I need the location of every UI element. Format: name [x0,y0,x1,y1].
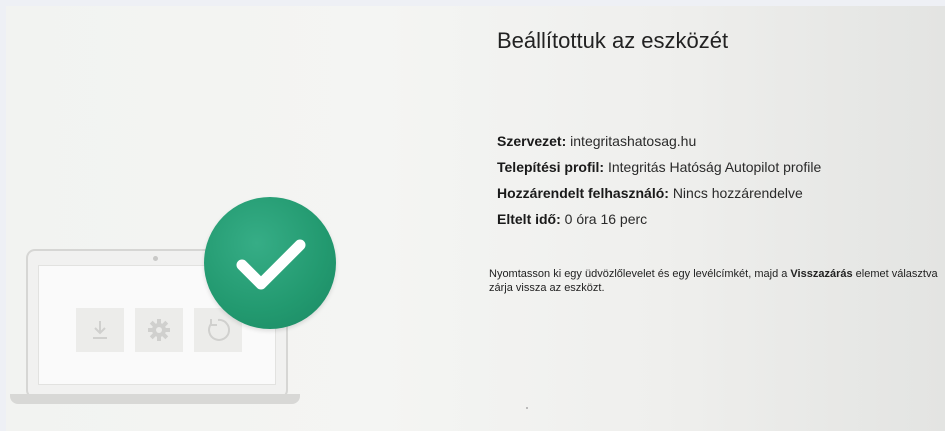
elapsed-time-label: Eltelt idő: [497,211,561,227]
checkmark-icon [236,239,306,290]
device-illustration [6,6,486,431]
assigned-user-value: Nincs hozzárendelve [672,185,803,201]
profile-row: Telepítési profil: Integritás Hatóság Au… [497,154,821,180]
elapsed-time-row: Eltelt idő: 0 óra 16 perc [497,206,821,232]
success-badge [204,197,336,329]
camera-dot [153,256,158,261]
download-icon [76,308,124,352]
organization-row: Szervezet: integritashatosag.hu [497,128,821,154]
laptop-base [10,394,300,404]
organization-value: integritashatosag.hu [570,133,697,149]
setup-complete-screen: Beállítottuk az eszközét Szervezet: inte… [6,6,945,431]
device-details: Szervezet: integritashatosag.hu Telepíté… [497,128,821,232]
profile-value: Integritás Hatóság Autopilot profile [607,159,822,175]
page-title: Beállítottuk az eszközét [497,28,729,53]
organization-label: Szervezet: [497,133,567,149]
reseal-keyword: Visszazárás [790,268,853,280]
elapsed-time-value: 0 óra 16 perc [564,211,648,227]
gear-icon [135,308,183,352]
instruction-text: Nyomtasson ki egy üdvözlőlevelet és egy … [489,267,945,295]
assigned-user-label: Hozzárendelt felhasználó: [497,185,669,201]
assigned-user-row: Hozzárendelt felhasználó: Nincs hozzáren… [497,180,821,206]
screen-speck [526,407,528,409]
profile-label: Telepítési profil: [497,159,605,175]
instruction-text-before: Nyomtasson ki egy üdvözlőlevelet és egy … [489,268,791,280]
